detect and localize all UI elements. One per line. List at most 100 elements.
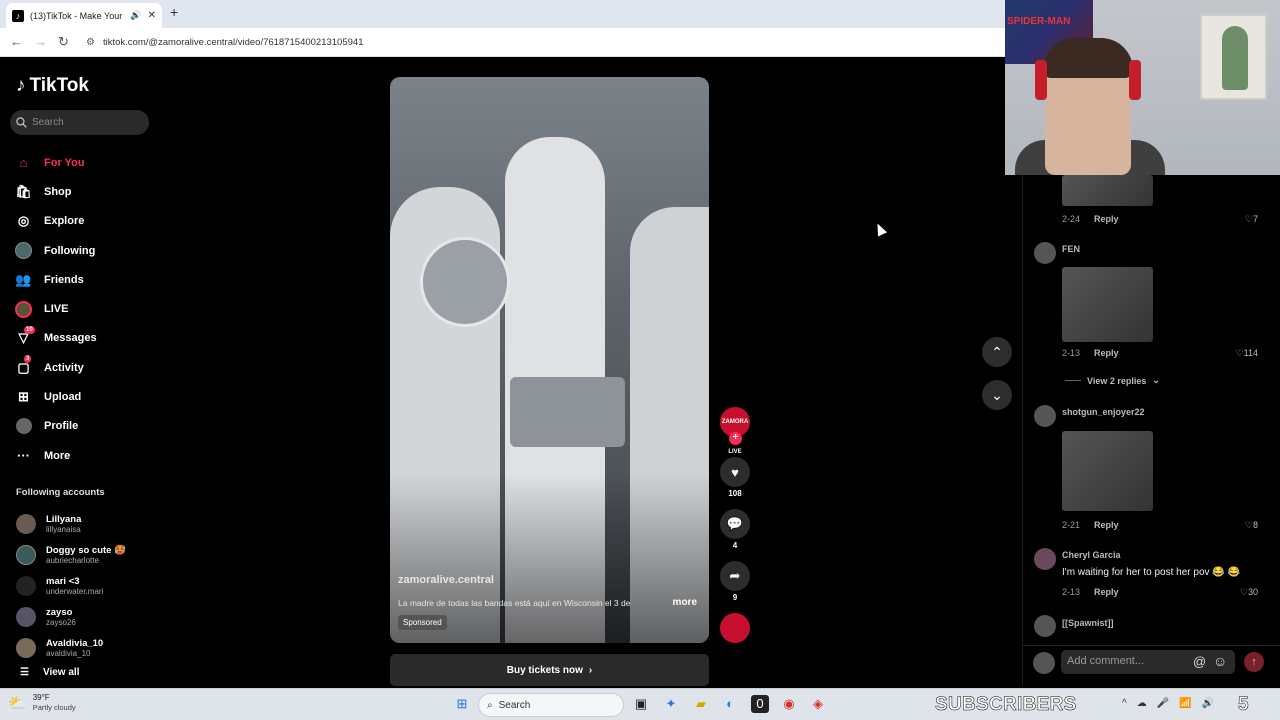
wifi-icon[interactable]: 📶 xyxy=(1179,698,1191,709)
comment-time: 2-21 xyxy=(1062,520,1081,530)
task-view-icon[interactable]: ▣ xyxy=(632,695,650,713)
nav-more[interactable]: ··· More xyxy=(15,441,175,470)
app-icon[interactable]: ◈ xyxy=(809,695,827,713)
follow-plus-icon[interactable]: + xyxy=(729,432,742,445)
headset-icon xyxy=(1035,60,1047,100)
weather-widget[interactable]: ⛅ 39°F Partly cloudy xyxy=(8,693,76,712)
site-info-icon[interactable]: ⚙ xyxy=(86,37,95,48)
search-placeholder: Search xyxy=(32,117,64,128)
account-item[interactable]: zayso zayso26 xyxy=(16,601,186,632)
tray-chevron-icon[interactable]: ^ xyxy=(1122,698,1127,709)
edge-icon[interactable]: ◐ xyxy=(721,695,739,713)
avatar[interactable] xyxy=(1034,242,1056,264)
comment-username[interactable]: FEN xyxy=(1062,244,1080,254)
comment-like-count: 8 xyxy=(1252,520,1258,530)
comment-like[interactable]: ♡114 xyxy=(1236,348,1258,359)
mention-icon[interactable]: @ xyxy=(1193,654,1206,669)
avatar[interactable] xyxy=(1034,615,1056,637)
view-all-button[interactable]: ☰ View all xyxy=(20,667,79,678)
speaker-icon[interactable]: 🔊 xyxy=(130,10,141,21)
webcam-overlay: SPIDER-MAN xyxy=(1005,0,1280,175)
close-tab-icon[interactable]: ✕ xyxy=(148,10,156,21)
view-replies-label: View 2 replies xyxy=(1087,375,1147,386)
nav-activity[interactable]: ▢ 3 Activity xyxy=(15,353,175,382)
back-icon[interactable]: ← xyxy=(10,34,23,49)
nav-label: For You xyxy=(44,156,85,169)
video-shade xyxy=(390,77,709,643)
music-disc-avatar[interactable] xyxy=(720,613,750,643)
account-name: Doggy so cute 🥵 xyxy=(46,544,126,556)
nav-following[interactable]: Following xyxy=(15,236,175,265)
comment-image[interactable] xyxy=(1062,175,1153,206)
comment-username[interactable]: shotgun_enjoyer22 xyxy=(1062,407,1145,417)
comment-image[interactable] xyxy=(1062,431,1153,511)
video-description: La madre de todas las bandas está aquí e… xyxy=(398,598,631,608)
comment-like[interactable]: ♡8 xyxy=(1245,520,1258,531)
creator-avatar[interactable]: ZAMORA LIVE + xyxy=(720,407,750,455)
nav-profile[interactable]: Profile xyxy=(15,412,175,441)
reload-icon[interactable]: ↻ xyxy=(58,34,69,50)
post-comment-button[interactable]: ↑ xyxy=(1244,652,1264,672)
volume-icon[interactable]: 🔊 xyxy=(1202,698,1214,709)
windows-start-icon[interactable]: ⊞ xyxy=(453,695,471,713)
comment-input[interactable]: Add comment... xyxy=(1061,650,1235,674)
reply-button[interactable]: Reply xyxy=(1094,348,1119,358)
reply-button[interactable]: Reply xyxy=(1094,520,1119,530)
new-tab-icon[interactable]: + xyxy=(170,4,178,20)
streamer-hair xyxy=(1043,38,1133,78)
account-item[interactable]: Lillyana lillyanaisa xyxy=(16,508,186,539)
following-accounts-title: Following accounts xyxy=(16,487,105,498)
heart-outline-icon: ♡ xyxy=(1244,520,1253,530)
tiktok-logo[interactable]: ♪ TikTok xyxy=(16,75,89,97)
emoji-icon[interactable]: ☺ xyxy=(1213,653,1227,669)
browser-toolbar: ← → ↻ ⚙ tiktok.com/@zamoralive.central/v… xyxy=(0,28,1005,57)
share-button[interactable]: ➦ xyxy=(720,561,750,591)
buy-tickets-button[interactable]: Buy tickets now › xyxy=(390,654,709,686)
reply-button[interactable]: Reply xyxy=(1094,587,1119,597)
nav-upload[interactable]: ⊞ Upload xyxy=(15,382,175,411)
nav-for-you[interactable]: ⌂ For You xyxy=(15,148,175,177)
nav-messages[interactable]: ▽ 10 Messages xyxy=(15,324,175,353)
nav-live[interactable]: LIVE xyxy=(15,294,175,323)
video-username[interactable]: zamoralive.central xyxy=(398,574,494,586)
address-bar[interactable]: ⚙ tiktok.com/@zamoralive.central/video/7… xyxy=(86,32,996,53)
mic-icon[interactable]: 🎤 xyxy=(1157,698,1169,709)
comment-like[interactable]: ♡7 xyxy=(1245,214,1258,225)
avatar[interactable] xyxy=(1034,405,1056,427)
more-link[interactable]: more xyxy=(673,597,697,608)
headset-icon xyxy=(1129,60,1141,100)
account-item[interactable]: Doggy so cute 🥵 aubriecharlotte xyxy=(16,539,186,570)
reply-button[interactable]: Reply xyxy=(1094,214,1119,224)
search-input[interactable]: Search xyxy=(10,110,149,135)
copilot-icon[interactable]: ✦ xyxy=(662,695,680,713)
taskbar-search[interactable]: ⌕ Search xyxy=(478,693,624,717)
comment-icon: 💬 xyxy=(726,516,744,531)
next-video-button[interactable]: ⌄ xyxy=(982,380,1012,410)
comment-username[interactable]: [[Spawnist]] xyxy=(1062,618,1114,628)
tiktok-logo-icon: ♪ xyxy=(16,75,26,96)
view-all-label: View all xyxy=(42,667,80,678)
comment-like[interactable]: ♡30 xyxy=(1240,587,1258,598)
nav-friends[interactable]: 👥 Friends xyxy=(15,265,175,294)
nav-shop[interactable]: 🛍 Shop xyxy=(15,177,175,206)
file-explorer-icon[interactable]: ▰ xyxy=(692,695,710,713)
nav-label: Messages xyxy=(44,332,97,345)
search-icon: ⌕ xyxy=(487,699,493,711)
share-icon: ➦ xyxy=(729,568,741,583)
comment-username[interactable]: Cheryl Garcia xyxy=(1062,550,1121,560)
chrome-icon[interactable]: ◉ xyxy=(780,695,798,713)
account-handle: lillyanaisa xyxy=(46,524,81,534)
nav-explore[interactable]: ◎ Explore xyxy=(15,207,175,236)
app-icon[interactable]: 0 xyxy=(751,695,769,713)
forward-icon[interactable]: → xyxy=(34,34,47,49)
previous-video-button[interactable]: ⌃ xyxy=(982,337,1012,367)
cloud-icon[interactable]: ☁ xyxy=(1137,698,1147,709)
view-replies-button[interactable]: View 2 replies ⌄ xyxy=(1065,375,1160,386)
account-item[interactable]: Avaldivia_10 avaldivia_10 xyxy=(16,632,186,663)
comment-image[interactable] xyxy=(1062,267,1153,342)
account-item[interactable]: mari <3 underwater.mari xyxy=(16,570,186,601)
browser-tab[interactable]: ♪ (13)TikTok - Make Your Day 🔊 ✕ xyxy=(6,3,162,28)
video-player[interactable]: zamoralive.central La madre de todas las… xyxy=(390,77,709,643)
comment-button[interactable]: 💬 xyxy=(720,509,750,539)
avatar[interactable] xyxy=(1034,548,1056,570)
